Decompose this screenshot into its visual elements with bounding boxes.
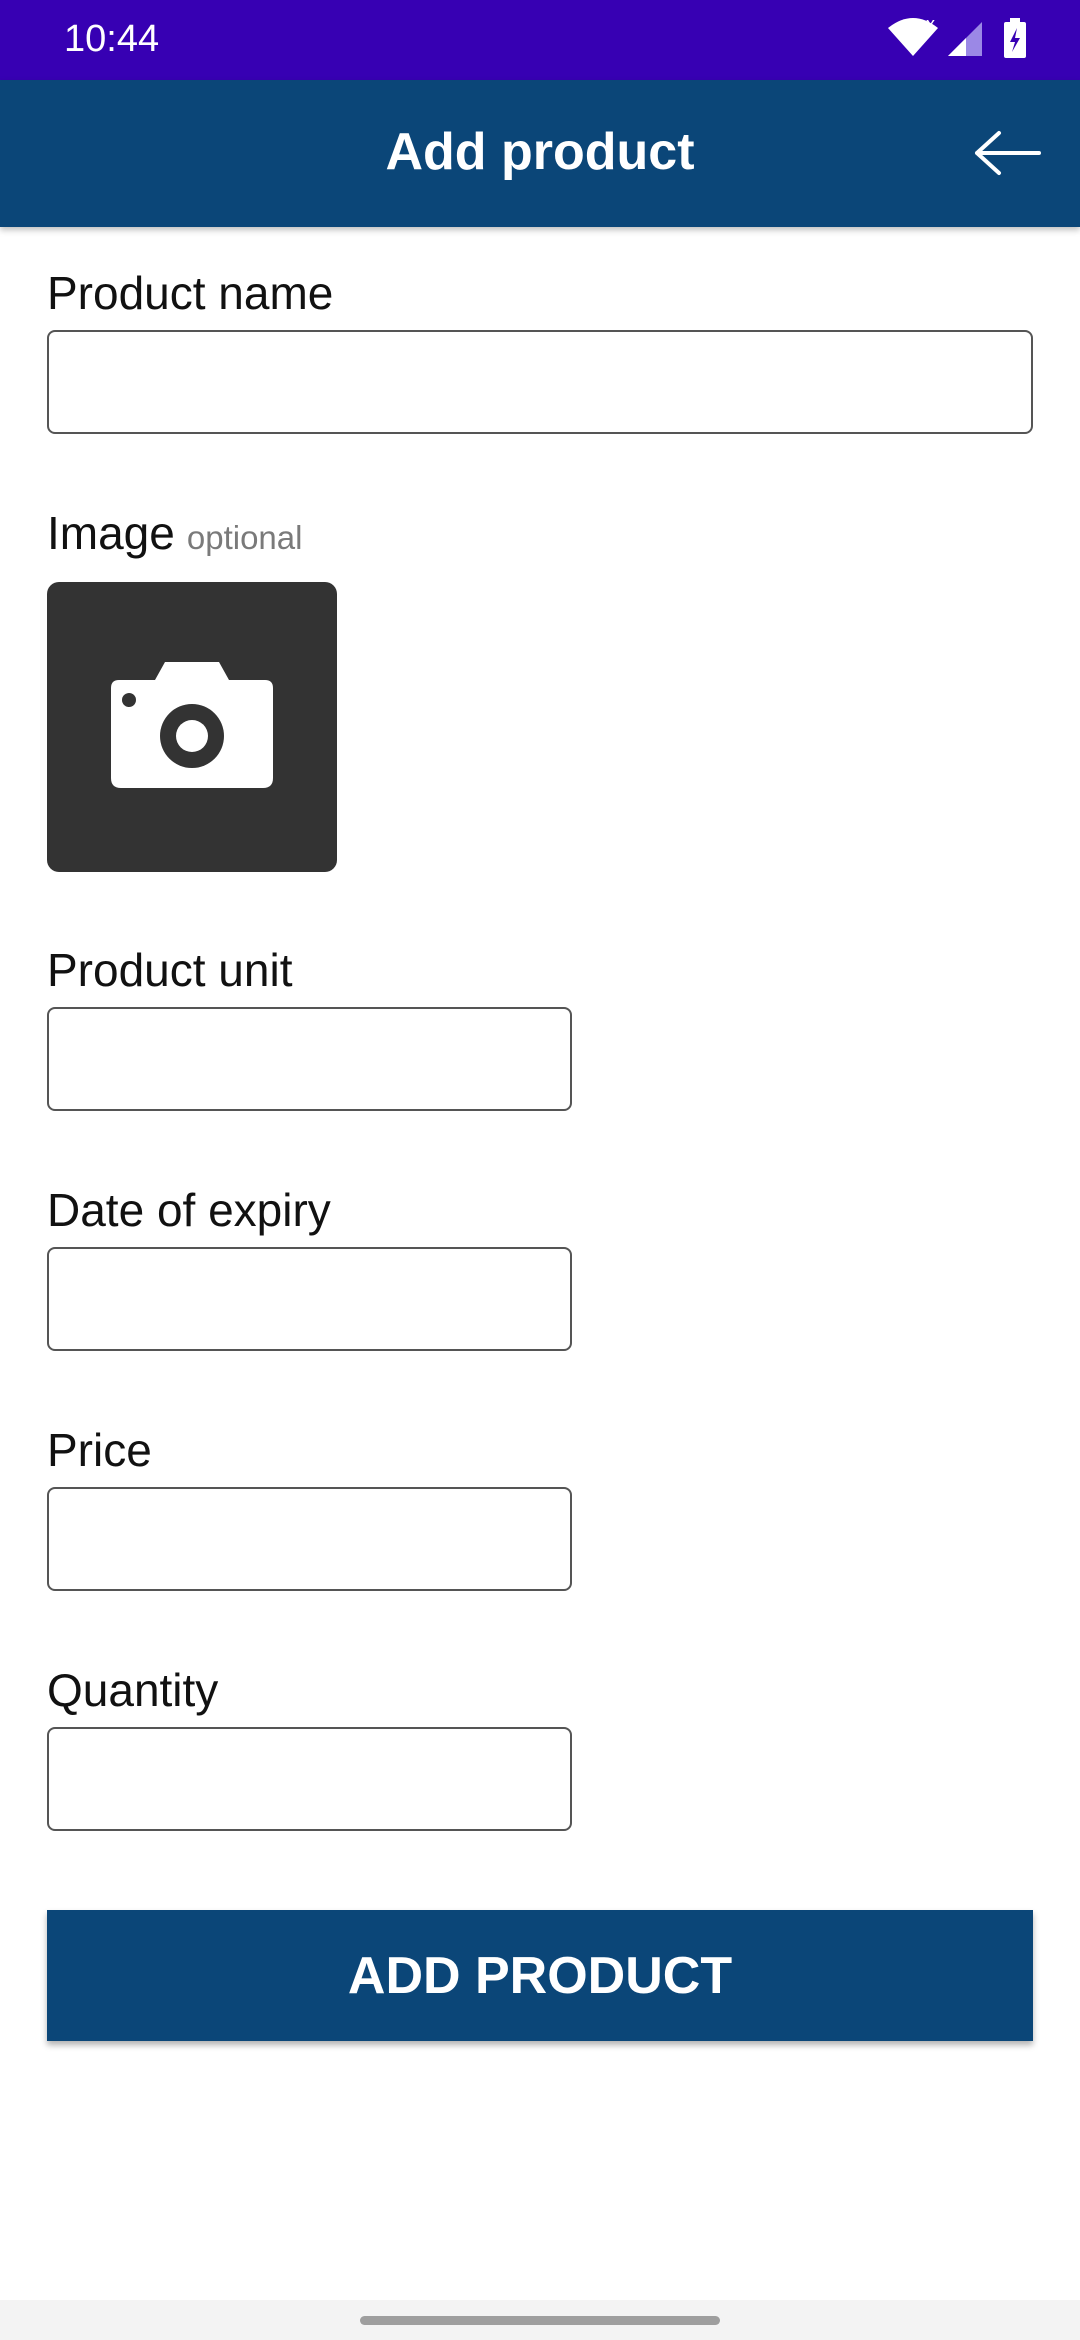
product-name-input[interactable] [47,330,1033,434]
cellular-signal-icon [948,22,982,56]
product-unit-label: Product unit [47,944,293,996]
product-name-label: Product name [47,267,334,319]
date-of-expiry-label: Date of expiry [47,1184,331,1236]
optional-note: optional [186,519,303,556]
status-time: 10:44 [64,18,160,60]
arrow-left-icon [975,131,1041,175]
quantity-label: Quantity [47,1664,219,1716]
app-bar: Add product [0,80,1080,227]
camera-icon [111,662,273,788]
svg-text:x: x [926,16,935,34]
status-bar: 10:44 x [0,0,1080,80]
image-label: Image optional [47,506,302,560]
date-of-expiry-input[interactable] [47,1247,572,1351]
back-button[interactable] [968,118,1048,188]
page-title: Add product [385,123,695,181]
price-label: Price [47,1424,152,1476]
quantity-input[interactable] [47,1727,572,1831]
navigation-bar [0,2300,1080,2340]
add-product-button[interactable]: ADD PRODUCT [47,1910,1033,2041]
product-unit-input[interactable] [47,1007,572,1111]
home-indicator[interactable] [360,2316,720,2325]
battery-charging-icon [1004,18,1026,58]
price-input[interactable] [47,1487,572,1591]
image-label-text: Image [47,507,175,559]
wifi-icon: x [888,16,938,56]
image-picker-button[interactable] [47,582,337,872]
